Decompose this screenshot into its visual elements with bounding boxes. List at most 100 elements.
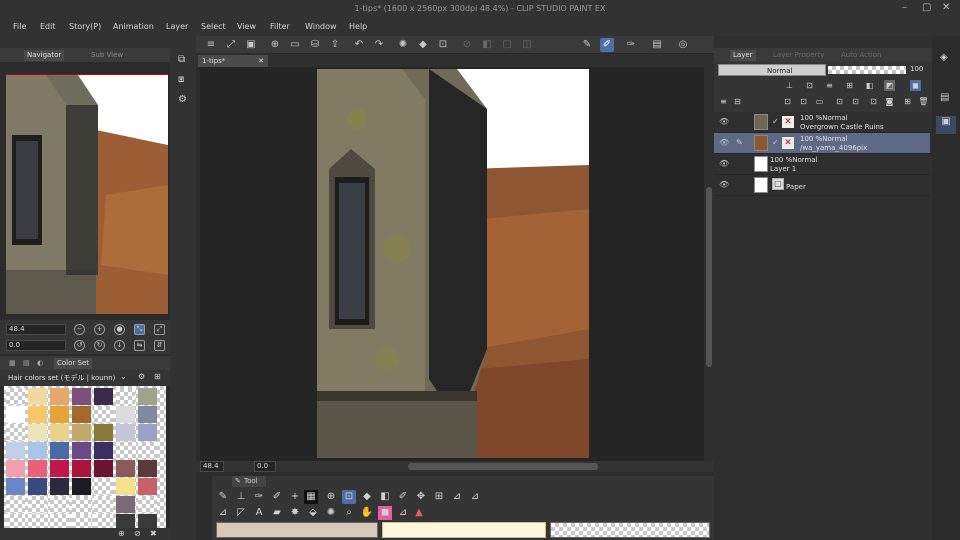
transform-tool-icon[interactable]: ⊞ — [432, 490, 446, 504]
correction-tool-icon[interactable]: ⊿ — [468, 490, 482, 504]
check-icon[interactable]: ✓ — [772, 117, 779, 126]
material-icon[interactable]: ⧉ — [178, 54, 185, 65]
color-swatch[interactable] — [116, 424, 135, 441]
close-button[interactable]: ✕ — [942, 2, 950, 13]
merge-down-icon[interactable]: ⊡ — [850, 96, 861, 107]
canvas-zoom-field[interactable]: 48.4 — [200, 461, 224, 472]
hand-tool-icon[interactable]: ✋ — [360, 506, 374, 520]
loading-icon[interactable]: ✺ — [396, 38, 410, 52]
color-swatch[interactable] — [138, 442, 157, 459]
zoom-in-icon[interactable]: + — [94, 324, 105, 335]
color-swatch[interactable] — [94, 460, 113, 477]
marker-tool-icon[interactable]: ⊥ — [234, 490, 248, 504]
gradient-tool-icon[interactable]: ◧ — [378, 490, 392, 504]
menu-filter[interactable]: Filter — [270, 22, 290, 31]
color-swatch[interactable] — [6, 388, 25, 405]
add-color-icon[interactable]: ⊕ — [118, 529, 125, 538]
clipboard-icon[interactable]: ▤ — [650, 38, 664, 52]
menu-animation[interactable]: Animation — [113, 22, 154, 31]
layer-row[interactable]: 👁 ✎ ✓ ✕ 100 %Normal /wa_yama_4096pix — [714, 133, 930, 154]
color-set-dropdown[interactable]: Hair colors set (モデル | kounn) — [8, 373, 115, 383]
balloon-tool-icon[interactable]: ◼ — [378, 506, 392, 520]
sub-view-icon[interactable]: ▣ — [936, 116, 956, 134]
opacity-slider[interactable] — [828, 66, 906, 74]
color-swatch[interactable] — [94, 496, 113, 513]
rotate-left-icon[interactable]: ↺ — [74, 340, 85, 351]
layer-mask-icon[interactable]: ⊡ — [868, 96, 879, 107]
layer-row[interactable]: 👁 ✓ ✕ 100 %Normal Overgrown Castle Ruins — [714, 112, 930, 133]
flip-vertical-icon[interactable]: ⇵ — [154, 340, 165, 351]
delete-layer-icon[interactable]: 🗑 — [918, 96, 929, 107]
color-swatch[interactable] — [50, 478, 69, 495]
color-swatch[interactable] — [116, 388, 135, 405]
history-tab-icon[interactable]: ◐ — [34, 358, 46, 369]
eye-icon[interactable]: 👁 — [719, 117, 729, 126]
pencil-tool-icon[interactable]: ✐ — [270, 490, 284, 504]
color-swatch[interactable] — [50, 442, 69, 459]
color-swatch[interactable] — [94, 442, 113, 459]
color-swatch[interactable] — [50, 460, 69, 477]
figure-tool-icon[interactable]: ⊿ — [216, 506, 230, 520]
invert-selection-icon[interactable]: ◧ — [480, 38, 494, 52]
eye-icon[interactable]: 👁 — [719, 180, 729, 189]
color-swatch[interactable] — [94, 388, 113, 405]
decoration-tool-icon[interactable]: ✺ — [324, 506, 338, 520]
layer-panel-icon[interactable]: ◈ — [940, 52, 948, 63]
color-set-menu-icon[interactable]: ⊞ — [154, 372, 161, 381]
color-swatch[interactable] — [28, 406, 47, 423]
move-tool-icon[interactable]: + — [288, 490, 302, 504]
layer-color-icon[interactable]: ◩ — [884, 80, 895, 91]
tab-layer-property[interactable]: Layer Property — [770, 50, 827, 61]
brush-tool-icon[interactable]: ✑ — [252, 490, 266, 504]
color-swatch[interactable] — [116, 406, 135, 423]
rotate-right-icon[interactable]: ↻ — [94, 340, 105, 351]
menu-window[interactable]: Window — [305, 22, 337, 31]
menu-layer[interactable]: Layer — [166, 22, 188, 31]
color-swatch[interactable] — [116, 478, 135, 495]
ruler-tool-icon[interactable]: ◸ — [234, 506, 248, 520]
layer-color-toggle-icon[interactable]: ◼ — [910, 80, 921, 91]
tab-navigator[interactable]: Navigator — [24, 50, 65, 61]
undo-icon[interactable]: ↶ — [352, 38, 366, 52]
color-swatch[interactable] — [72, 424, 91, 441]
layer-row[interactable]: 👁 ▢ Paper — [714, 175, 930, 196]
color-swatch[interactable] — [50, 388, 69, 405]
check-icon[interactable]: ✓ — [772, 138, 779, 147]
pen-pressure-icon[interactable]: ✐ — [600, 38, 614, 52]
color-swatch[interactable] — [6, 442, 25, 459]
new-vector-layer-icon[interactable]: ⊡ — [798, 96, 809, 107]
eyedropper-tool-icon[interactable]: ⊿ — [450, 490, 464, 504]
airbrush-tool-icon[interactable]: ✸ — [288, 506, 302, 520]
color-mix-tool-icon[interactable]: ▲ — [412, 506, 426, 520]
sub-color-bar[interactable] — [382, 522, 546, 538]
layer-menu-icon[interactable]: ≡ — [718, 96, 729, 107]
save-icon[interactable]: ⛁ — [308, 38, 322, 52]
pen-tool-icon[interactable]: ✎ — [216, 490, 230, 504]
chevron-down-icon[interactable]: ⌄ — [120, 372, 127, 381]
navigator-preview[interactable] — [6, 74, 168, 314]
vertical-scroll-thumb[interactable] — [706, 187, 712, 367]
reference-layer-icon[interactable]: ⊡ — [804, 80, 815, 91]
actual-size-icon[interactable]: ⤢ — [154, 324, 165, 335]
menu-help[interactable]: Help — [349, 22, 367, 31]
minimize-button[interactable]: – — [902, 2, 907, 13]
brush-settings-icon[interactable]: ✑ — [624, 38, 638, 52]
color-swatch[interactable] — [72, 478, 91, 495]
frame-tool-icon[interactable]: ▰ — [270, 506, 284, 520]
horizontal-scroll-thumb[interactable] — [408, 463, 598, 470]
open-folder-icon[interactable]: ▭ — [288, 38, 302, 52]
vertical-scrollbar[interactable] — [704, 67, 714, 461]
draft-layer-icon[interactable]: ≡ — [824, 80, 835, 91]
layer-row[interactable]: 👁 100 %Normal Layer 1 — [714, 154, 930, 175]
combine-icon[interactable]: ⊟ — [732, 96, 743, 107]
color-swatch[interactable] — [28, 424, 47, 441]
fill-icon[interactable]: ◆ — [416, 38, 430, 52]
color-swatch[interactable] — [116, 442, 135, 459]
close-tab-icon[interactable]: ✕ — [258, 55, 264, 67]
blend-mode-dropdown[interactable]: Normal — [718, 64, 826, 76]
color-swatch[interactable] — [72, 442, 91, 459]
eye-icon[interactable]: 👁 — [719, 138, 729, 147]
color-swatch[interactable] — [116, 496, 135, 513]
clip-lower-layer-icon[interactable]: ⊥ — [784, 80, 795, 91]
lock-layer-icon[interactable]: ⊞ — [844, 80, 855, 91]
